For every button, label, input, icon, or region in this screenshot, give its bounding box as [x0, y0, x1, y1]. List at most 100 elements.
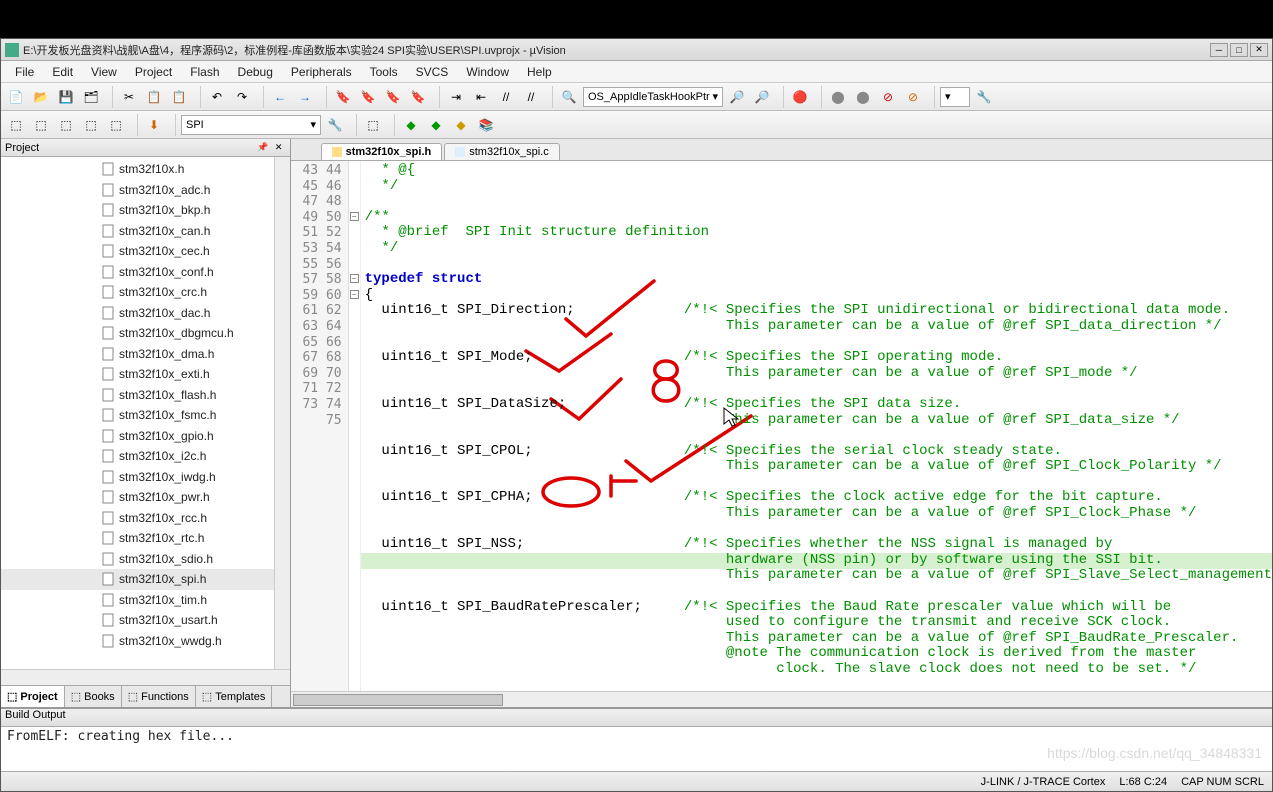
- tree-item[interactable]: stm32f10x_crc.h: [1, 282, 290, 303]
- copy-icon[interactable]: 📋: [143, 86, 165, 108]
- window-layout-combo[interactable]: ▾: [940, 87, 970, 107]
- tree-item[interactable]: stm32f10x_conf.h: [1, 262, 290, 283]
- tree-item[interactable]: stm32f10x_fsmc.h: [1, 405, 290, 426]
- tree-item[interactable]: stm32f10x_bkp.h: [1, 200, 290, 221]
- books-icon[interactable]: 📚: [475, 114, 497, 136]
- find-combo[interactable]: OS_AppIdleTaskHookPtr▾: [583, 87, 723, 107]
- breakpoint-disable-icon[interactable]: ⊘: [877, 86, 899, 108]
- fold-toggle[interactable]: −: [350, 274, 359, 283]
- code-text[interactable]: * @{ *//** * @brief SPI Init structure d…: [361, 161, 1272, 691]
- menu-debug[interactable]: Debug: [230, 63, 281, 81]
- maximize-button[interactable]: □: [1230, 43, 1248, 57]
- tree-item[interactable]: stm32f10x_pwr.h: [1, 487, 290, 508]
- undo-icon[interactable]: ↶: [206, 86, 228, 108]
- side-tab-functions[interactable]: ⬚Functions: [122, 686, 196, 707]
- configure-icon[interactable]: 🔧: [973, 86, 995, 108]
- menu-help[interactable]: Help: [519, 63, 560, 81]
- side-tab-books[interactable]: ⬚Books: [65, 686, 122, 707]
- tree-item[interactable]: stm32f10x_spi.h: [1, 569, 290, 590]
- menu-view[interactable]: View: [83, 63, 125, 81]
- menu-window[interactable]: Window: [458, 63, 517, 81]
- bookmark-prev-icon[interactable]: 🔖: [357, 86, 379, 108]
- bookmark-next-icon[interactable]: 🔖: [382, 86, 404, 108]
- open-file-icon[interactable]: 📂: [30, 86, 52, 108]
- tree-h-scrollbar[interactable]: [1, 669, 290, 685]
- tree-item[interactable]: stm32f10x_exti.h: [1, 364, 290, 385]
- tree-item[interactable]: stm32f10x_rtc.h: [1, 528, 290, 549]
- menu-project[interactable]: Project: [127, 63, 180, 81]
- tree-item[interactable]: stm32f10x_dma.h: [1, 344, 290, 365]
- bookmark-icon[interactable]: 🔖: [332, 86, 354, 108]
- redo-icon[interactable]: ↷: [231, 86, 253, 108]
- tree-item[interactable]: stm32f10x_i2c.h: [1, 446, 290, 467]
- build-icon[interactable]: ⬚: [30, 114, 52, 136]
- tree-item[interactable]: stm32f10x_flash.h: [1, 385, 290, 406]
- panel-pin-icon[interactable]: 📌: [256, 141, 270, 155]
- breakpoint-insert-icon[interactable]: ⬤: [827, 86, 849, 108]
- project-tree[interactable]: stm32f10x.hstm32f10x_adc.hstm32f10x_bkp.…: [1, 157, 290, 669]
- rte-icon[interactable]: ◆: [450, 114, 472, 136]
- tree-item[interactable]: stm32f10x_gpio.h: [1, 426, 290, 447]
- tree-item[interactable]: stm32f10x_dbgmcu.h: [1, 323, 290, 344]
- tree-item[interactable]: stm32f10x_sdio.h: [1, 549, 290, 570]
- paste-icon[interactable]: 📋: [168, 86, 190, 108]
- translate-icon[interactable]: ⬚: [5, 114, 27, 136]
- editor-tab[interactable]: stm32f10x_spi.h: [321, 143, 443, 160]
- tree-item[interactable]: stm32f10x_cec.h: [1, 241, 290, 262]
- menu-tools[interactable]: Tools: [362, 63, 406, 81]
- indent-icon[interactable]: ⇥: [445, 86, 467, 108]
- pack-installer-icon[interactable]: ◆: [400, 114, 422, 136]
- manage-components-icon[interactable]: ⬚: [362, 114, 384, 136]
- tree-item[interactable]: stm32f10x_usart.h: [1, 610, 290, 631]
- nav-back-icon[interactable]: ←: [269, 86, 291, 108]
- rebuild-icon[interactable]: ⬚: [55, 114, 77, 136]
- editor-tab[interactable]: stm32f10x_spi.c: [444, 143, 559, 160]
- outdent-icon[interactable]: ⇤: [470, 86, 492, 108]
- debug-icon[interactable]: 🔴: [789, 86, 811, 108]
- menu-svcs[interactable]: SVCS: [408, 63, 457, 81]
- panel-close-icon[interactable]: ✕: [272, 141, 286, 155]
- breakpoint-enable-icon[interactable]: ⬤: [852, 86, 874, 108]
- fold-toggle[interactable]: −: [350, 212, 359, 221]
- bookmark-clear-icon[interactable]: 🔖: [407, 86, 429, 108]
- side-tab-templates[interactable]: ⬚Templates: [196, 686, 273, 707]
- menu-edit[interactable]: Edit: [44, 63, 81, 81]
- tree-item[interactable]: stm32f10x.h: [1, 159, 290, 180]
- tree-item[interactable]: stm32f10x_rcc.h: [1, 508, 290, 529]
- code-viewport[interactable]: 43 44 45 46 47 48 49 50 51 52 53 54 55 5…: [291, 161, 1272, 691]
- tree-item[interactable]: stm32f10x_adc.h: [1, 180, 290, 201]
- breakpoint-kill-icon[interactable]: ⊘: [902, 86, 924, 108]
- tree-item[interactable]: stm32f10x_iwdg.h: [1, 467, 290, 488]
- menu-peripherals[interactable]: Peripherals: [283, 63, 360, 81]
- incremental-find-icon[interactable]: 🔎: [751, 86, 773, 108]
- batch-build-icon[interactable]: ⬚: [80, 114, 102, 136]
- nav-fwd-icon[interactable]: →: [294, 86, 316, 108]
- tree-item[interactable]: stm32f10x_wwdg.h: [1, 631, 290, 652]
- cut-icon[interactable]: ✂: [118, 86, 140, 108]
- stop-build-icon[interactable]: ⬚: [105, 114, 127, 136]
- menu-file[interactable]: File: [7, 63, 42, 81]
- select-packs-icon[interactable]: ◆: [425, 114, 447, 136]
- target-options-icon[interactable]: 🔧: [324, 114, 346, 136]
- minimize-button[interactable]: ─: [1210, 43, 1228, 57]
- uncomment-icon[interactable]: //: [520, 86, 542, 108]
- find-next-icon[interactable]: 🔎: [726, 86, 748, 108]
- editor-h-scrollbar[interactable]: [291, 691, 1272, 707]
- new-file-icon[interactable]: 📄: [5, 86, 27, 108]
- fold-column[interactable]: − − −: [349, 161, 361, 691]
- tree-item[interactable]: stm32f10x_dac.h: [1, 303, 290, 324]
- target-combo[interactable]: SPI▾: [181, 115, 321, 135]
- comment-icon[interactable]: //: [495, 86, 517, 108]
- close-button[interactable]: ✕: [1250, 43, 1268, 57]
- app-icon: [5, 43, 19, 57]
- find-in-files-icon[interactable]: 🔍: [558, 86, 580, 108]
- save-all-icon[interactable]: 🗂: [80, 86, 102, 108]
- tree-item[interactable]: stm32f10x_tim.h: [1, 590, 290, 611]
- download-icon[interactable]: ⬇: [143, 114, 165, 136]
- tree-scrollbar[interactable]: [274, 157, 290, 669]
- tree-item[interactable]: stm32f10x_can.h: [1, 221, 290, 242]
- menu-flash[interactable]: Flash: [182, 63, 227, 81]
- side-tab-project[interactable]: ⬚Project: [1, 686, 65, 707]
- fold-toggle[interactable]: −: [350, 290, 359, 299]
- save-icon[interactable]: 💾: [55, 86, 77, 108]
